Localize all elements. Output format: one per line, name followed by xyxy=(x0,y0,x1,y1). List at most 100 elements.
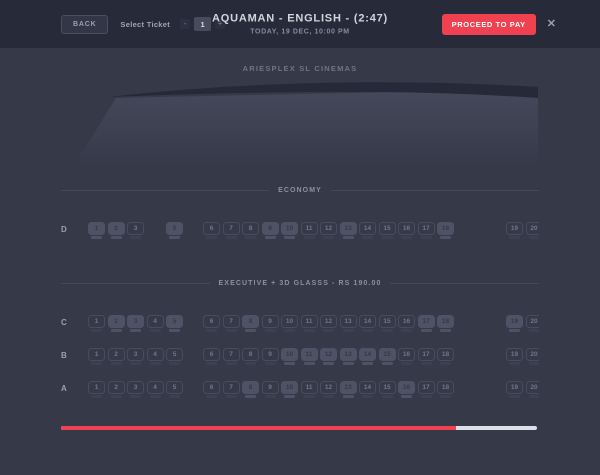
seat-block: 6789101112131415161718 xyxy=(203,222,454,239)
seat-B2[interactable]: 2 xyxy=(108,348,125,365)
proceed-to-pay-button[interactable]: PROCEED TO PAY xyxy=(442,14,536,35)
seat-foot xyxy=(343,236,354,239)
seat-A12[interactable]: 12 xyxy=(320,381,337,398)
seat-C9[interactable]: 9 xyxy=(262,315,279,332)
header-right-group: PROCEED TO PAY ✕ xyxy=(442,14,556,35)
seat-B5[interactable]: 5 xyxy=(166,348,183,365)
seat-foot xyxy=(323,362,334,365)
seat-D11[interactable]: 11 xyxy=(301,222,318,239)
seat-D17[interactable]: 17 xyxy=(418,222,435,239)
seat-D15[interactable]: 15 xyxy=(379,222,396,239)
seat-number: 4 xyxy=(147,315,164,328)
seat-C15[interactable]: 15 xyxy=(379,315,396,332)
seat-B7[interactable]: 7 xyxy=(223,348,240,365)
seat-A9[interactable]: 9 xyxy=(262,381,279,398)
seat-C12[interactable]: 12 xyxy=(320,315,337,332)
seat-number: 9 xyxy=(262,348,279,361)
seat-number: 1 xyxy=(88,315,105,328)
seat-B8[interactable]: 8 xyxy=(242,348,259,365)
seat-D7[interactable]: 7 xyxy=(223,222,240,239)
seat-B4[interactable]: 4 xyxy=(147,348,164,365)
seat-C7[interactable]: 7 xyxy=(223,315,240,332)
seat-number: 9 xyxy=(262,222,279,235)
seat-D19[interactable]: 19 xyxy=(506,222,523,239)
seat-D6[interactable]: 6 xyxy=(203,222,220,239)
seat-A20[interactable]: 20 xyxy=(526,381,540,398)
seat-number: 20 xyxy=(526,222,540,235)
seat-foot xyxy=(91,329,102,332)
seat-B16[interactable]: 16 xyxy=(398,348,415,365)
seat-B6[interactable]: 6 xyxy=(203,348,220,365)
cinema-screen xyxy=(61,81,539,177)
row-label: B xyxy=(61,348,88,360)
seat-C6[interactable]: 6 xyxy=(203,315,220,332)
seat-number: 15 xyxy=(379,315,396,328)
seat-B19[interactable]: 19 xyxy=(506,348,523,365)
seat-A2[interactable]: 2 xyxy=(108,381,125,398)
seat-number: 10 xyxy=(281,315,298,328)
seat-foot xyxy=(304,236,315,239)
seat-number: 13 xyxy=(340,381,357,394)
seat-D16[interactable]: 16 xyxy=(398,222,415,239)
seat-foot xyxy=(382,236,393,239)
seat-B18[interactable]: 18 xyxy=(437,348,454,365)
header-left-group: BACK Select Ticket - 1 + xyxy=(61,15,225,34)
ticket-count-value: 1 xyxy=(194,17,211,31)
seat-A3[interactable]: 3 xyxy=(127,381,144,398)
seat-C4[interactable]: 4 xyxy=(147,315,164,332)
seat-number: 19 xyxy=(506,348,523,361)
close-icon[interactable]: ✕ xyxy=(547,19,556,30)
seat-A18[interactable]: 18 xyxy=(437,381,454,398)
seat-D13: 13 xyxy=(340,222,357,239)
seat-C20[interactable]: 20 xyxy=(526,315,540,332)
seat-number: 2 xyxy=(108,315,125,328)
seat-foot xyxy=(401,236,412,239)
seat-number: 8 xyxy=(242,315,259,328)
seat-C14[interactable]: 14 xyxy=(359,315,376,332)
seat-C19: 19 xyxy=(506,315,523,332)
seat-foot xyxy=(343,395,354,398)
seat-block: 6789101112131415161718 xyxy=(203,381,454,398)
seat-B17[interactable]: 17 xyxy=(418,348,435,365)
seat-A11[interactable]: 11 xyxy=(301,381,318,398)
seat-D20[interactable]: 20 xyxy=(526,222,540,239)
seat-B3[interactable]: 3 xyxy=(127,348,144,365)
seat-A19[interactable]: 19 xyxy=(506,381,523,398)
seat-C10[interactable]: 10 xyxy=(281,315,298,332)
seat-foot xyxy=(169,395,180,398)
seat-number: 14 xyxy=(359,381,376,394)
seat-A6[interactable]: 6 xyxy=(203,381,220,398)
seat-C3: 3 xyxy=(127,315,144,332)
seat-A1[interactable]: 1 xyxy=(88,381,105,398)
seat-C1[interactable]: 1 xyxy=(88,315,105,332)
seat-number: 11 xyxy=(301,381,318,394)
seat-A14[interactable]: 14 xyxy=(359,381,376,398)
back-button[interactable]: BACK xyxy=(61,15,108,34)
seat-A15[interactable]: 15 xyxy=(379,381,396,398)
seat-C18: 18 xyxy=(437,315,454,332)
seat-A17[interactable]: 17 xyxy=(418,381,435,398)
seat-D3[interactable]: 3 xyxy=(127,222,144,239)
seat-foot xyxy=(323,329,334,332)
seat-foot xyxy=(401,362,412,365)
seat-B1[interactable]: 1 xyxy=(88,348,105,365)
seat-number: 7 xyxy=(223,381,240,394)
seat-foot xyxy=(150,395,161,398)
seat-C11[interactable]: 11 xyxy=(301,315,318,332)
seat-foot xyxy=(111,236,122,239)
seat-foot xyxy=(226,329,237,332)
seat-block: 1920 xyxy=(506,222,539,239)
seat-number: 8 xyxy=(242,381,259,394)
seat-A5[interactable]: 5 xyxy=(166,381,183,398)
seat-A7[interactable]: 7 xyxy=(223,381,240,398)
seat-C13[interactable]: 13 xyxy=(340,315,357,332)
seat-B9[interactable]: 9 xyxy=(262,348,279,365)
seat-A4[interactable]: 4 xyxy=(147,381,164,398)
seat-D8[interactable]: 8 xyxy=(242,222,259,239)
seat-D12[interactable]: 12 xyxy=(320,222,337,239)
seat-C16[interactable]: 16 xyxy=(398,315,415,332)
seat-number: 6 xyxy=(203,222,220,235)
minus-icon[interactable]: - xyxy=(180,19,190,29)
seat-D14[interactable]: 14 xyxy=(359,222,376,239)
seat-B20[interactable]: 20 xyxy=(526,348,540,365)
